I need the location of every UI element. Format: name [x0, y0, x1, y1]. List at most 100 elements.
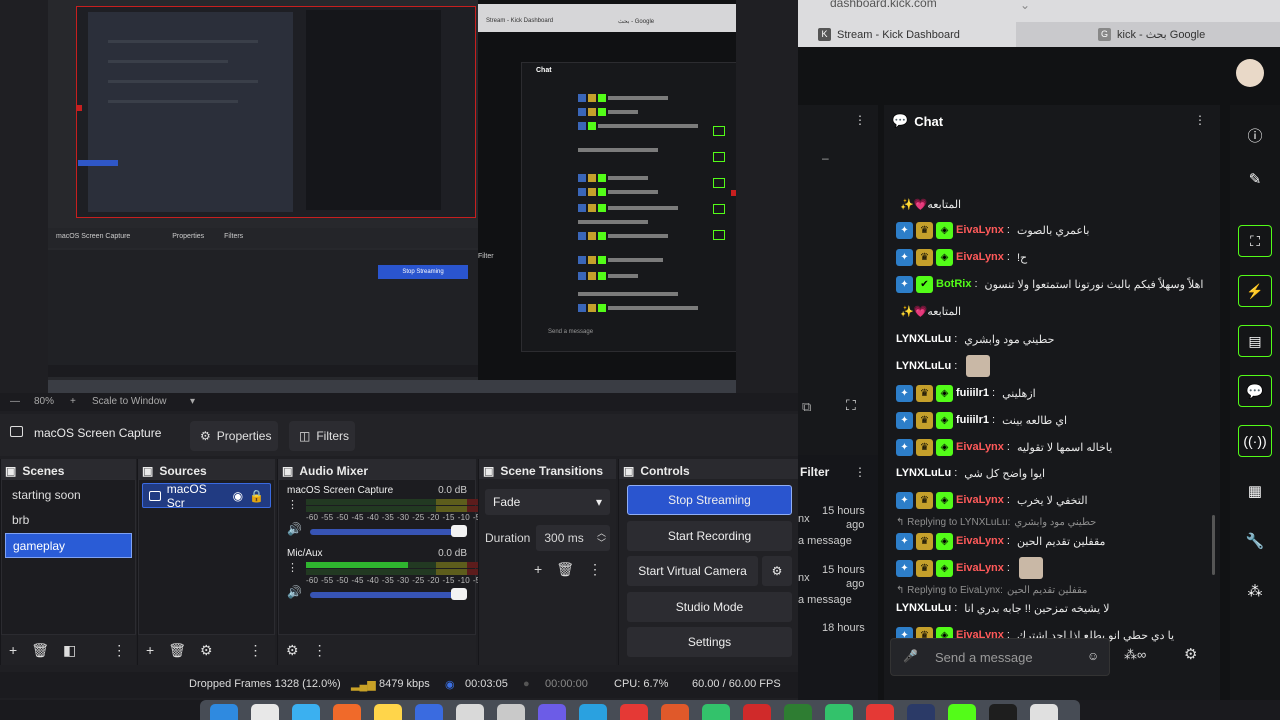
chat-username[interactable]: LYNXLuLu	[896, 333, 951, 345]
reply-indicator[interactable]: ↰ Replying to EivaLynx: مقفلين تقديم الحي…	[896, 585, 1087, 596]
more-icon[interactable]: ⋮	[854, 465, 866, 479]
lock-icon[interactable]: 🔒	[249, 489, 264, 503]
chat-username[interactable]: EivaLynx	[956, 224, 1004, 236]
trash-icon[interactable]: 🗑	[168, 642, 186, 659]
preview-canvas[interactable]: macOS Screen Capture Properties Filters …	[48, 0, 736, 393]
volume-slider[interactable]	[309, 588, 467, 600]
more-icon[interactable]: ⋮	[854, 113, 866, 127]
chat-username[interactable]: fuiiilr1	[956, 414, 989, 426]
gear-icon[interactable]: ⚙	[286, 642, 299, 659]
dock-app-icon[interactable]	[743, 704, 771, 720]
speaker-icon[interactable]: 🔊	[287, 585, 302, 599]
chevron-down-icon[interactable]: ▾	[190, 396, 195, 407]
chat-username[interactable]: EivaLynx	[956, 535, 1004, 547]
more-icon[interactable]: ⋮	[1194, 113, 1206, 127]
chat-message[interactable]: ✦ ✔ BotRix: اهلاً وسهلاً فيكم بالبث نورتونا…	[896, 273, 1214, 295]
chat-username[interactable]: EivaLynx	[956, 251, 1004, 263]
start-virtual-camera-button[interactable]: Start Virtual Camera	[627, 556, 758, 587]
layout-icon[interactable]: ▦	[1238, 475, 1272, 507]
gear-icon[interactable]: ⚙	[200, 642, 213, 659]
stop-streaming-button[interactable]: Stop Streaming	[627, 485, 792, 515]
chat-message[interactable]: LYNXLuLu: ايوا واضح كل شي	[896, 462, 1214, 484]
emoji-icon[interactable]: ☺	[1087, 649, 1099, 663]
dock-app-icon[interactable]	[538, 704, 566, 720]
source-item[interactable]: macOS Scr ◉ 🔒	[142, 482, 271, 510]
dock-app-icon[interactable]	[333, 704, 361, 720]
browser-tab-google[interactable]: G kick - بحث Google	[1016, 22, 1280, 47]
chat-message[interactable]: ✦ ♛ ◈ EivaLynx:	[896, 557, 1214, 579]
volume-slider[interactable]	[309, 525, 467, 537]
gear-icon[interactable]: ⚙	[1184, 645, 1197, 663]
chat-username[interactable]: fuiiilr1	[956, 387, 989, 399]
chevron-down-icon[interactable]: ⌄	[1020, 0, 1030, 12]
stepper-arrows-icon[interactable]: ︿ ﹀	[597, 528, 610, 548]
dock-app-icon[interactable]	[989, 704, 1017, 720]
dock-app-icon[interactable]	[702, 704, 730, 720]
dock-app-icon[interactable]	[907, 704, 935, 720]
dock-app-icon[interactable]	[784, 704, 812, 720]
more-icon[interactable]: ⋮	[249, 642, 263, 659]
chat-message[interactable]: ✦ ♛ ◈ EivaLynx: مقفلين تقديم الحين	[896, 530, 1214, 552]
trash-icon[interactable]: 🗑	[31, 642, 49, 659]
chat-message[interactable]: LYNXLuLu: حطيني مود وابشري	[896, 328, 1214, 350]
chat-message[interactable]: LYNXLuLu: لا يشيخه تمزحين !! جابه بدري ان…	[896, 597, 1214, 619]
transition-select[interactable]: Fade ▾	[485, 489, 610, 515]
chat-message[interactable]: ✦ ♛ ◈ fuiiilr1: ازهليني	[896, 382, 1214, 404]
dock-app-icon[interactable]	[661, 704, 689, 720]
more-icon[interactable]: ⋮	[287, 561, 298, 585]
chat-message[interactable]: LYNXLuLu:	[896, 355, 1214, 377]
studio-mode-button[interactable]: Studio Mode	[627, 591, 792, 622]
scale-mode[interactable]: Scale to Window	[92, 396, 166, 407]
scene-item[interactable]: starting soon	[2, 483, 135, 508]
zoom-in-icon[interactable]: +	[70, 396, 76, 407]
chat-username[interactable]: LYNXLuLu	[896, 467, 951, 479]
more-icon[interactable]: ⋮	[313, 642, 327, 659]
chat-message[interactable]: المتابعه💗✨	[896, 300, 1214, 322]
chat-username[interactable]: EivaLynx	[956, 562, 1004, 574]
dock-app-icon[interactable]	[1030, 704, 1058, 720]
url-bar[interactable]: dashboard.kick.com	[830, 0, 937, 10]
reply-indicator[interactable]: ↰ Replying to LYNXLuLu: حطيني مود وابشري	[896, 517, 1096, 528]
more-icon[interactable]: ⋮	[287, 498, 298, 522]
chat-username[interactable]: EivaLynx	[956, 441, 1004, 453]
zoom-out-icon[interactable]: —	[10, 396, 20, 407]
add-scene-icon[interactable]: +	[9, 642, 17, 658]
scene-item[interactable]: brb	[2, 508, 135, 533]
popout-icon[interactable]: ⧉	[802, 399, 811, 415]
dock-app-icon[interactable]	[251, 704, 279, 720]
wrench-icon[interactable]: 🔧	[1238, 525, 1272, 557]
chat-username[interactable]: LYNXLuLu	[896, 602, 951, 614]
trash-icon[interactable]: 🗑	[556, 561, 574, 578]
chat-message[interactable]: ✦ ♛ ◈ EivaLynx: ياخاله اسمها لا تقوليه	[896, 436, 1214, 458]
chat-message[interactable]: ✦ ♛ ◈ EivaLynx: التخفي لا يخرب	[896, 489, 1214, 511]
chat-username[interactable]: LYNXLuLu	[896, 360, 951, 372]
screen-capture-icon[interactable]: ⛶	[1238, 225, 1272, 257]
dock-app-icon[interactable]	[374, 704, 402, 720]
document-icon[interactable]: ▤	[1238, 325, 1272, 357]
slider-knob[interactable]	[451, 588, 467, 600]
chat-input[interactable]: 🎤 Send a message ☺	[890, 638, 1110, 676]
browser-tab-kick[interactable]: K Stream - Kick Dashboard	[818, 22, 1014, 47]
avatar[interactable]	[1236, 59, 1264, 87]
speaker-icon[interactable]: 🔊	[287, 522, 302, 536]
dock-app-icon[interactable]	[825, 704, 853, 720]
dock-app-icon[interactable]	[210, 704, 238, 720]
slider-knob[interactable]	[451, 525, 467, 537]
nodes-icon[interactable]: ⁂	[1238, 575, 1272, 607]
chat-command-icon[interactable]: ⁂∞	[1124, 647, 1146, 663]
add-icon[interactable]: +	[534, 561, 542, 578]
scene-item-selected[interactable]: gameplay	[5, 533, 132, 558]
eye-icon[interactable]: ◉	[233, 489, 243, 503]
dock-app-icon[interactable]	[579, 704, 607, 720]
chat-username[interactable]: EivaLynx	[956, 494, 1004, 506]
duration-stepper[interactable]: 300 ms ︿ ﹀	[536, 525, 610, 551]
virtual-camera-settings-icon[interactable]: ⚙	[762, 556, 792, 587]
settings-button[interactable]: Settings	[627, 627, 792, 658]
chat-icon[interactable]: 💬	[1238, 375, 1272, 407]
dock-app-icon[interactable]	[620, 704, 648, 720]
dock-app-icon[interactable]	[948, 704, 976, 720]
fullscreen-icon[interactable]: ⛶	[846, 397, 856, 414]
dock-app-icon[interactable]	[866, 704, 894, 720]
add-source-icon[interactable]: +	[146, 642, 154, 658]
info-icon[interactable]: ⓘ	[1238, 119, 1272, 151]
